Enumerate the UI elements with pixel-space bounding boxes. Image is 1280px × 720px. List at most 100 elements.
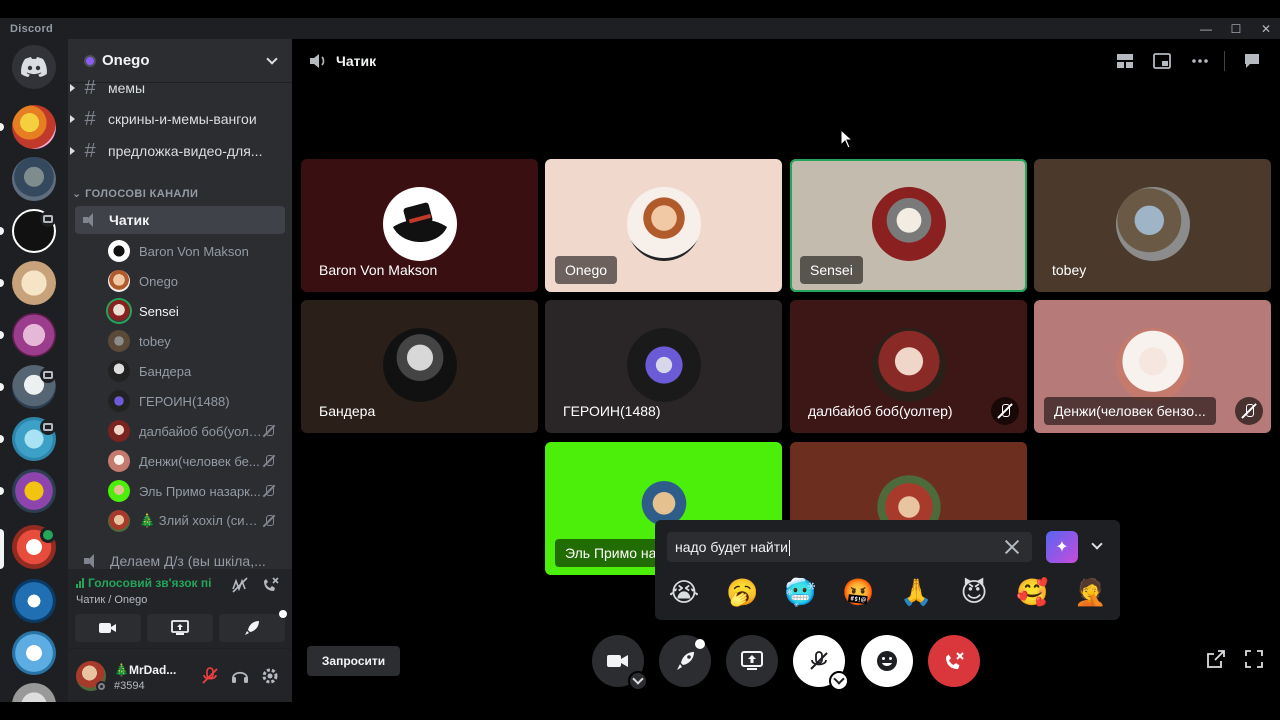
server-icon-1[interactable] bbox=[12, 105, 56, 149]
voice-user[interactable]: ГЕРОИН(1488) bbox=[108, 388, 284, 414]
server-icon-12[interactable] bbox=[12, 683, 56, 702]
discord-home-button[interactable] bbox=[12, 45, 56, 89]
camera-icon bbox=[607, 655, 628, 667]
popout-window-icon[interactable] bbox=[1152, 51, 1172, 71]
maximize-icon[interactable]: ☐ bbox=[1230, 22, 1242, 36]
emoji-option[interactable]: 🤦 bbox=[1074, 576, 1106, 608]
voice-channel-active[interactable]: Чатик bbox=[75, 206, 285, 234]
voice-user[interactable]: Baron Von Makson bbox=[108, 238, 284, 264]
letterbox-bottom bbox=[0, 702, 1280, 720]
guild-boost-icon bbox=[84, 54, 96, 67]
voice-user[interactable]: Денжи(человек бе... bbox=[108, 448, 284, 474]
disconnect-icon[interactable] bbox=[260, 575, 280, 595]
voice-status[interactable]: Голосовий зв'язок пі bbox=[76, 576, 211, 590]
voice-location[interactable]: Чатик / Onego bbox=[76, 594, 147, 606]
muted-mic-icon bbox=[262, 424, 276, 438]
participant-name: Sensei bbox=[800, 256, 863, 284]
activities-button[interactable] bbox=[659, 635, 711, 687]
video-button[interactable] bbox=[75, 614, 141, 642]
close-icon[interactable]: ✕ bbox=[1260, 22, 1272, 36]
participant-name: далбайоб боб(уолтер) bbox=[808, 403, 953, 419]
chevron-down-icon[interactable] bbox=[1091, 538, 1103, 550]
participant-tile[interactable]: tobey bbox=[1034, 159, 1271, 292]
participant-avatar bbox=[383, 187, 457, 261]
rocket-icon bbox=[677, 652, 694, 670]
emoji-option[interactable]: 😭 bbox=[668, 576, 700, 608]
participant-avatar bbox=[872, 328, 946, 402]
divider bbox=[1224, 51, 1225, 71]
participant-tile-speaking[interactable]: Sensei bbox=[790, 159, 1027, 292]
text-channel[interactable]: # предложка-видео-для... bbox=[70, 137, 284, 165]
emoji-option[interactable]: 🥶 bbox=[784, 576, 816, 608]
avatar bbox=[108, 300, 130, 322]
chevron-down-icon bbox=[266, 52, 278, 65]
participant-tile[interactable]: далбайоб боб(уолтер) bbox=[790, 300, 1027, 433]
voice-user[interactable]: 🎄 Злий хохіл (син... bbox=[108, 508, 284, 534]
effects-button[interactable]: ✦ bbox=[1046, 531, 1078, 563]
user-name[interactable]: 🎄MrDad... bbox=[114, 663, 176, 677]
emoji-option[interactable]: 🤬 bbox=[842, 576, 874, 608]
unread-pip bbox=[0, 123, 4, 131]
participant-tile[interactable]: Денжи(человек бензо... bbox=[1034, 300, 1271, 433]
mute-mic-icon[interactable] bbox=[200, 666, 220, 686]
emoji-option[interactable]: 🙏 bbox=[900, 576, 932, 608]
voice-user[interactable]: tobey bbox=[108, 328, 284, 354]
voice-user[interactable]: Sensei bbox=[108, 298, 284, 324]
mic-options-chevron[interactable] bbox=[829, 671, 849, 691]
avatar bbox=[108, 360, 130, 382]
channel-sidebar: Onego # мемы # скрины-и-мемы-вангои # пр… bbox=[68, 39, 292, 702]
participant-tile[interactable]: Onego bbox=[545, 159, 782, 292]
text-channel[interactable]: # мемы bbox=[70, 74, 284, 102]
voice-active-badge bbox=[40, 527, 56, 543]
voice-user[interactable]: далбайоб боб(уолт... bbox=[108, 418, 284, 444]
emoji-option[interactable]: 😈 bbox=[958, 576, 990, 608]
voice-user-name: Денжи(человек бе... bbox=[139, 453, 260, 469]
participant-tile[interactable]: ГЕРОИН(1488) bbox=[545, 300, 782, 433]
text-channel[interactable]: # скрины-и-мемы-вангои bbox=[70, 105, 284, 133]
activities-button[interactable] bbox=[219, 610, 287, 642]
more-options-icon[interactable] bbox=[1190, 51, 1210, 71]
screen-share-button[interactable] bbox=[726, 635, 778, 687]
headphones-icon[interactable] bbox=[230, 666, 250, 686]
server-icon-2[interactable] bbox=[12, 157, 56, 201]
microphone-muted-button[interactable] bbox=[793, 635, 849, 691]
participant-tile[interactable]: Бандера bbox=[301, 300, 538, 433]
camera-button[interactable] bbox=[592, 635, 648, 691]
muted-mic-icon bbox=[262, 454, 276, 468]
voice-category[interactable]: ⌄ ГОЛОСОВІ КАНАЛИ bbox=[72, 187, 198, 200]
gear-icon[interactable] bbox=[260, 666, 280, 686]
reaction-text-input[interactable]: надо будет найти bbox=[667, 532, 1032, 562]
fullscreen-icon[interactable] bbox=[1244, 649, 1264, 669]
emoji-option[interactable]: 🥱 bbox=[726, 576, 758, 608]
chat-bubble-icon[interactable] bbox=[1242, 51, 1262, 71]
voice-user[interactable]: Бандера bbox=[108, 358, 284, 384]
camera-options-chevron[interactable] bbox=[628, 671, 648, 691]
category-label: ГОЛОСОВІ КАНАЛИ bbox=[85, 188, 199, 200]
emoji-option[interactable]: 🥰 bbox=[1016, 576, 1048, 608]
noise-suppression-icon[interactable] bbox=[230, 575, 250, 595]
emoji-button[interactable] bbox=[861, 635, 913, 687]
avatar bbox=[108, 510, 130, 532]
expand-arrow-icon bbox=[70, 115, 75, 123]
voice-user[interactable]: Эль Примо назарк... bbox=[108, 478, 284, 504]
selected-pip bbox=[0, 529, 4, 569]
grid-layout-icon[interactable] bbox=[1115, 51, 1135, 71]
server-icon-11[interactable] bbox=[12, 631, 56, 675]
avatar bbox=[108, 450, 130, 472]
participant-tile[interactable]: Baron Von Makson bbox=[301, 159, 538, 292]
server-icon-8[interactable] bbox=[12, 469, 56, 513]
clear-input-icon[interactable] bbox=[1003, 538, 1021, 556]
participant-avatar bbox=[1116, 187, 1190, 261]
invite-button[interactable]: Запросити bbox=[307, 646, 400, 676]
server-icon-5[interactable] bbox=[12, 313, 56, 357]
status-idle-icon bbox=[96, 681, 107, 692]
server-icon-10[interactable] bbox=[12, 579, 56, 623]
participant-avatar bbox=[627, 328, 701, 402]
participant-name: tobey bbox=[1052, 262, 1087, 278]
disconnect-button[interactable] bbox=[928, 635, 980, 687]
voice-user[interactable]: Onego bbox=[108, 268, 284, 294]
screen-share-button[interactable] bbox=[147, 614, 213, 642]
server-icon-4[interactable] bbox=[12, 261, 56, 305]
popout-icon[interactable] bbox=[1206, 649, 1226, 669]
minimize-icon[interactable]: — bbox=[1200, 22, 1212, 36]
